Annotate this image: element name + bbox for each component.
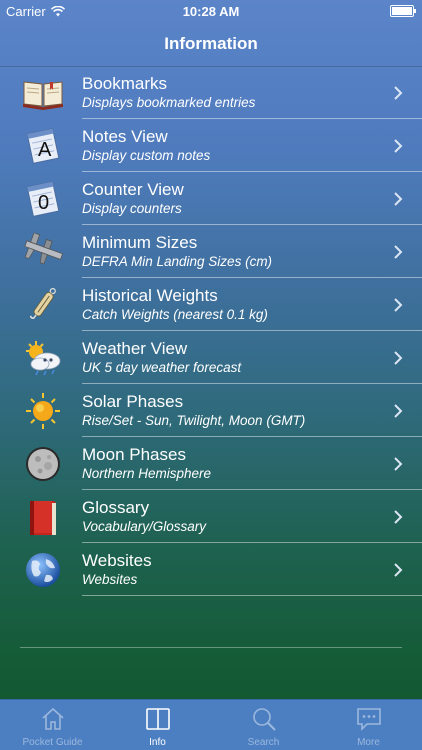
counter-icon: 0 — [26, 181, 60, 217]
list-item-subtitle: Catch Weights (nearest 0.1 kg) — [82, 307, 268, 322]
list-item-moon-phases[interactable]: Moon Phases Northern Hemisphere — [0, 437, 422, 490]
list-item-title: Notes View — [82, 127, 168, 146]
tab-bar: Pocket Guide Info Search More — [0, 699, 422, 750]
chevron-right-icon — [394, 298, 403, 312]
list-item-title: Weather View — [82, 339, 188, 358]
globe-icon — [26, 553, 60, 587]
list-item-subtitle: Northern Hemisphere — [82, 466, 212, 481]
nav-bar: Information — [0, 22, 422, 67]
chevron-right-icon — [394, 245, 403, 259]
list-item-bookmarks[interactable]: Bookmarks Displays bookmarked entries — [0, 66, 422, 119]
list-item-title: Counter View — [82, 180, 184, 199]
tab-label: Pocket Guide — [22, 737, 83, 748]
list-item-title: Minimum Sizes — [82, 233, 198, 252]
list-item-title: Solar Phases — [82, 392, 184, 411]
clock: 10:28 AM — [182, 4, 240, 19]
tab-more[interactable]: More — [316, 700, 421, 750]
book-icon — [23, 81, 63, 110]
more-icon — [356, 708, 381, 731]
list-item-title: Bookmarks — [82, 74, 168, 93]
page-title: Information — [164, 34, 258, 53]
book-open-icon — [145, 708, 170, 730]
chevron-right-icon — [394, 86, 403, 100]
list-item-solar-phases[interactable]: Solar Phases Rise/Set - Sun, Twilight, M… — [0, 384, 422, 437]
chevron-right-icon — [394, 457, 403, 471]
tab-pocket-guide[interactable]: Pocket Guide — [0, 700, 105, 750]
home-icon — [41, 707, 64, 730]
battery-icon — [390, 5, 416, 17]
list-item-subtitle: DEFRA Min Landing Sizes (cm) — [82, 254, 273, 269]
chevron-right-icon — [394, 404, 403, 418]
list-footer-divider — [20, 647, 402, 648]
list-item-subtitle: Websites — [82, 572, 138, 587]
list-item-notes-view[interactable]: A Notes View Display custom notes — [0, 119, 422, 172]
status-bar: Carrier 10:28 AM — [0, 0, 422, 22]
search-icon — [252, 708, 276, 731]
list-item-minimum-sizes[interactable]: Minimum Sizes DEFRA Min Landing Sizes (c… — [0, 225, 422, 278]
tab-label: Info — [149, 737, 166, 748]
tab-label: More — [357, 737, 380, 748]
weather-icon — [26, 341, 61, 376]
counter-digit: 0 — [38, 192, 49, 214]
list-item-title: Glossary — [82, 498, 150, 517]
list-item-historical-weights[interactable]: Historical Weights Catch Weights (neares… — [0, 278, 422, 331]
tab-label: Search — [247, 737, 280, 748]
caliper-icon — [24, 233, 64, 265]
scale-icon — [29, 287, 56, 319]
chevron-right-icon — [394, 139, 403, 153]
row-divider — [82, 595, 422, 596]
list-item-title: Historical Weights — [82, 286, 218, 305]
list-item-websites[interactable]: Websites Websites — [0, 543, 422, 596]
list-item-subtitle: Vocabulary/Glossary — [82, 519, 207, 534]
chevron-right-icon — [394, 351, 403, 365]
notes-letter: A — [38, 139, 52, 161]
list-item-weather-view[interactable]: Weather View UK 5 day weather forecast — [0, 331, 422, 384]
list-item-counter-view[interactable]: 0 Counter View Display counters — [0, 172, 422, 225]
screen: Carrier 10:28 AM Information Bookmarks D… — [0, 0, 422, 750]
list-item-subtitle: Display counters — [82, 201, 182, 216]
chevron-right-icon — [394, 192, 403, 206]
chevron-right-icon — [394, 510, 403, 524]
info-list: Bookmarks Displays bookmarked entries A … — [0, 66, 422, 596]
glossary-icon — [30, 501, 56, 535]
list-item-title: Moon Phases — [82, 445, 186, 464]
notes-icon: A — [26, 128, 60, 164]
chevron-right-icon — [394, 563, 403, 577]
tab-info[interactable]: Info — [105, 700, 210, 750]
list-item-title: Websites — [82, 551, 152, 570]
list-item-subtitle: Displays bookmarked entries — [82, 95, 256, 110]
sun-icon — [26, 393, 60, 429]
list-item-glossary[interactable]: Glossary Vocabulary/Glossary — [0, 490, 422, 543]
list-item-subtitle: Display custom notes — [82, 148, 211, 163]
list-item-subtitle: Rise/Set - Sun, Twilight, Moon (GMT) — [82, 413, 306, 428]
tab-search[interactable]: Search — [211, 700, 316, 750]
list-item-subtitle: UK 5 day weather forecast — [82, 360, 242, 375]
moon-icon — [26, 447, 60, 481]
